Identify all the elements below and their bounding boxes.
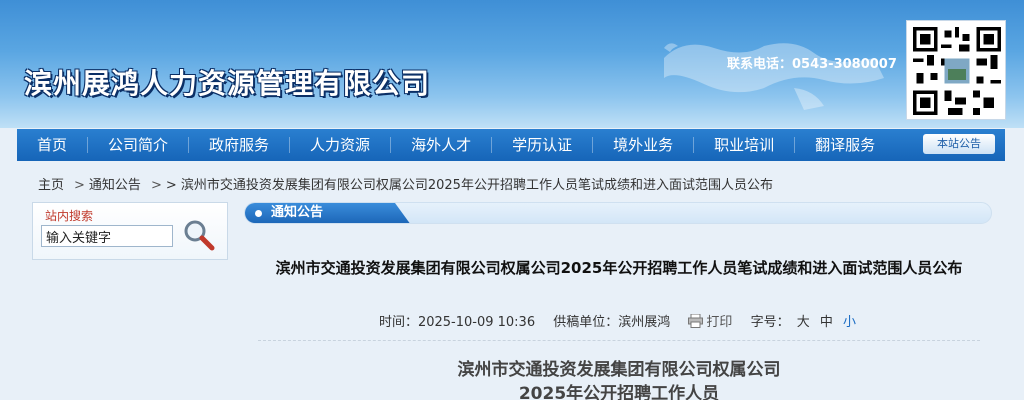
- site-notice-button[interactable]: 本站公告: [923, 134, 995, 154]
- nav-item-translation[interactable]: 翻译服务: [795, 129, 895, 161]
- print-label: 打印: [706, 315, 733, 330]
- article-title: 滨州市交通投资发展集团有限公司权属公司2025年公开招聘工作人员笔试成绩和进入面…: [275, 259, 963, 277]
- breadcrumb-separator: >: [150, 178, 162, 193]
- nav-item-human-resources[interactable]: 人力资源: [290, 129, 390, 161]
- font-size-label: 字号：: [750, 315, 790, 330]
- source-label: 供稿单位：: [553, 315, 619, 330]
- breadcrumb-section[interactable]: 通知公告: [89, 178, 141, 193]
- magnifier-icon: [184, 220, 215, 251]
- section-tab-bar: 通知公告: [244, 202, 992, 224]
- article-meta: 时间：2025-10-09 10:36 供稿单位：滨州展鸿 打印 字号： 大 中…: [258, 311, 980, 330]
- nav-item-about[interactable]: 公司简介: [88, 129, 188, 161]
- search-button[interactable]: [181, 217, 215, 251]
- time-label: 时间：: [378, 315, 418, 330]
- search-input[interactable]: [41, 225, 173, 247]
- font-size-large[interactable]: 大: [797, 315, 810, 330]
- search-title: 站内搜索: [45, 209, 94, 223]
- nav-item-home[interactable]: 首页: [17, 129, 87, 161]
- nav-item-government-services[interactable]: 政府服务: [189, 129, 289, 161]
- breadcrumb-home[interactable]: 主页: [38, 178, 64, 193]
- site-search-panel: 站内搜索: [32, 202, 228, 260]
- nav-item-overseas-talent[interactable]: 海外人才: [391, 129, 491, 161]
- source-value: 滨州展鸿: [618, 315, 671, 330]
- time-value: 2025-10-09 10:36: [417, 315, 536, 330]
- site-title: 滨州展鸿人力资源管理有限公司: [24, 67, 431, 100]
- document-heading: 滨州市交通投资发展集团有限公司权属公司 2025年公开招聘工作人员: [258, 358, 980, 400]
- nav-item-degree-verification[interactable]: 学历认证: [492, 129, 592, 161]
- breadcrumb-current: > 滨州市交通投资发展集团有限公司权属公司2025年公开招聘工作人员笔试成绩和进…: [165, 178, 773, 193]
- content-divider: [258, 340, 980, 341]
- document-heading-line1: 滨州市交通投资发展集团有限公司权属公司: [457, 360, 781, 380]
- nav-item-vocational-training[interactable]: 职业培训: [694, 129, 794, 161]
- font-size-medium[interactable]: 中: [820, 315, 833, 330]
- nav-item-overseas-business[interactable]: 境外业务: [593, 129, 693, 161]
- print-button[interactable]: 打印: [688, 314, 733, 330]
- document-heading-line2: 2025年公开招聘工作人员: [518, 384, 720, 400]
- site-header: 滨州展鸿人力资源管理有限公司 联系电话：0543-3080007: [0, 0, 1024, 128]
- printer-icon: [688, 314, 704, 328]
- breadcrumb: 主页 > 通知公告 > > 滨州市交通投资发展集团有限公司权属公司2025年公开招聘工作…: [38, 174, 777, 193]
- tab-label: 通知公告: [271, 205, 324, 220]
- bullet-icon: [255, 210, 262, 217]
- breadcrumb-separator: >: [74, 178, 85, 193]
- main-nav: 首页 公司简介 政府服务 人力资源 海外人才 学历认证 境外业务 职业培训 翻译…: [17, 129, 1005, 161]
- tab-notices[interactable]: 通知公告: [245, 203, 411, 223]
- contact-phone: 联系电话：0543-3080007: [727, 57, 897, 72]
- qr-code-icon: [913, 27, 1001, 115]
- font-size-small[interactable]: 小: [843, 315, 856, 330]
- qr-code: [906, 20, 1006, 120]
